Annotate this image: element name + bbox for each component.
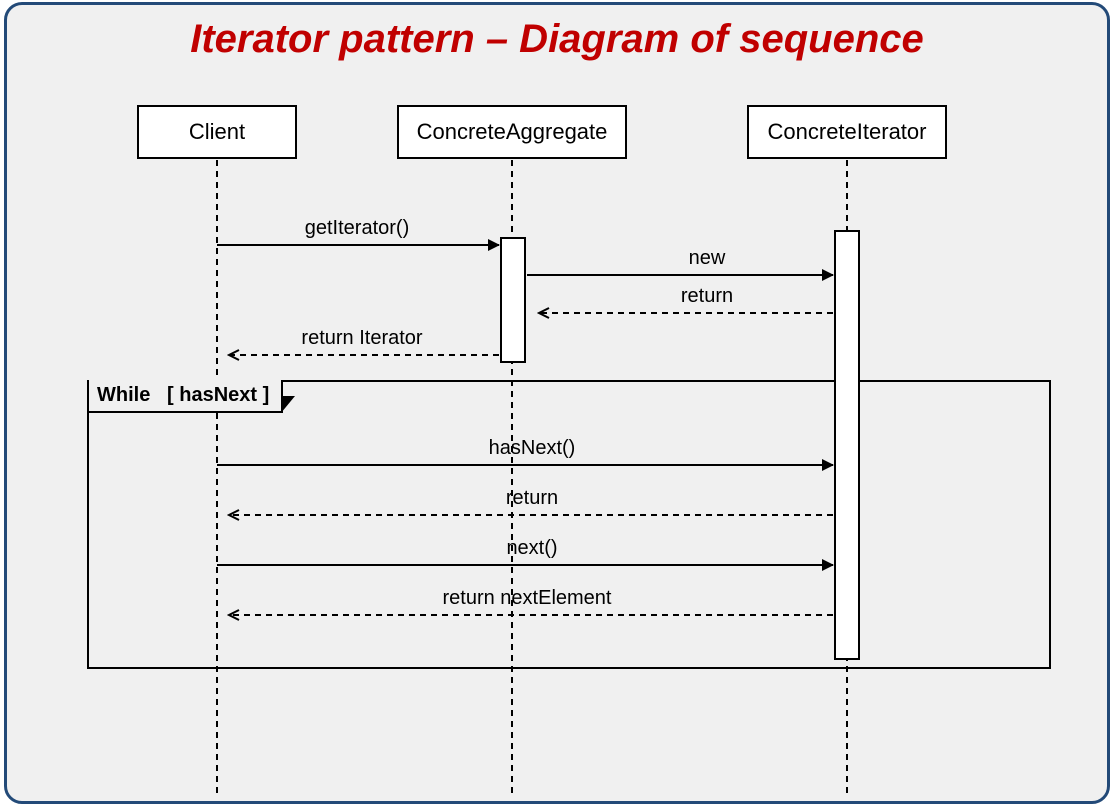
sequence-canvas: Client ConcreteAggregate ConcreteIterato… (67, 95, 1057, 795)
loop-guard: [ hasNext ] (167, 384, 269, 406)
diagram-title: Iterator pattern – Diagram of sequence (7, 17, 1107, 62)
activation-aggregate (500, 237, 526, 363)
activation-iterator (834, 230, 860, 660)
diagram-frame: Iterator pattern – Diagram of sequence C… (4, 2, 1110, 804)
loop-label: While (97, 384, 150, 406)
svg-layer (67, 95, 1057, 795)
loop-tab: While [ hasNext ] (87, 380, 283, 413)
